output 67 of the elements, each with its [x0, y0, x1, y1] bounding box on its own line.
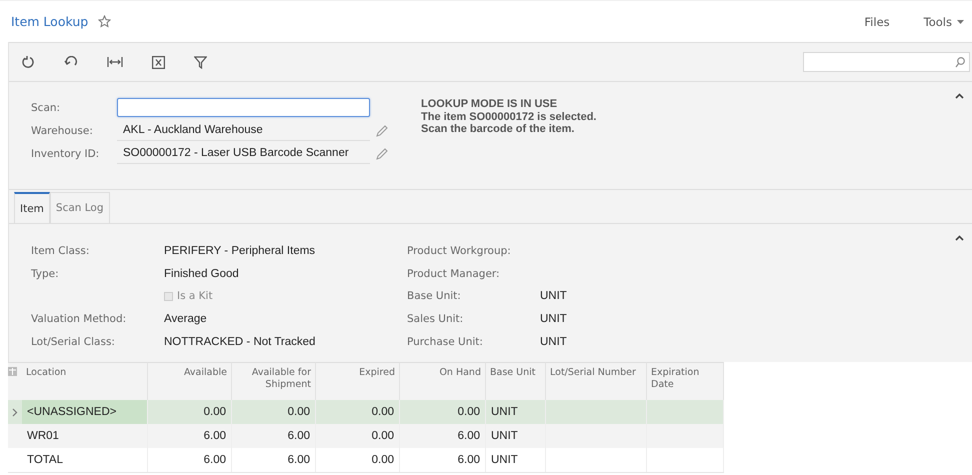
column-header[interactable]: Base Unit	[486, 362, 546, 400]
edit-icon[interactable]	[376, 124, 388, 136]
field-label: Product Workgroup:	[407, 245, 512, 258]
tab[interactable]: Scan Log	[50, 192, 110, 223]
table-row[interactable]: <UNASSIGNED> 0.00 0.00 0.00 0.00 UNIT	[8, 400, 724, 424]
fit-width-icon	[107, 56, 123, 68]
table-cell: 6.00	[148, 448, 232, 472]
column-header[interactable]: Expiration Date	[647, 362, 724, 400]
column-header[interactable]: Expired	[316, 362, 400, 400]
column-header[interactable]: Lot/Serial Number	[546, 362, 647, 400]
status-message: The item SO00000172 is selected.	[421, 110, 596, 123]
toolbar-button[interactable]	[21, 55, 35, 69]
collapse-icon[interactable]	[955, 93, 964, 99]
table-row[interactable]: WR01 6.00 6.00 0.00 6.00 UNIT	[8, 424, 724, 448]
table-cell: 6.00	[400, 448, 486, 472]
field-label: Sales Unit:	[407, 313, 464, 326]
column-header[interactable]: On Hand	[400, 362, 486, 400]
status-message: Scan the barcode of the item.	[421, 123, 576, 136]
star-icon[interactable]	[98, 15, 112, 28]
page-title: Item Lookup	[11, 14, 88, 29]
field-value: Average	[164, 313, 207, 326]
collapse-icon[interactable]	[955, 235, 964, 241]
field-value: Finished Good	[164, 268, 239, 280]
field-value: UNIT	[540, 336, 567, 348]
field-value: PERIFERY - Peripheral Items	[164, 245, 316, 258]
field-label: Item Class:	[31, 245, 90, 258]
table-cell: UNIT	[486, 448, 546, 472]
field-label: Warehouse:	[31, 124, 94, 136]
table-cell: 6.00	[232, 448, 316, 472]
field-label: Valuation Method:	[31, 313, 128, 326]
field-label: Inventory ID:	[31, 148, 100, 160]
table-cell: <UNASSIGNED>	[22, 400, 148, 424]
table-cell: 0.00	[316, 448, 400, 472]
refresh-icon	[21, 55, 35, 69]
column-header[interactable]: Available for Shipment	[232, 362, 316, 400]
tab[interactable]: Item	[14, 192, 50, 223]
field-value: UNIT	[540, 290, 567, 302]
search-icon	[955, 56, 965, 68]
edit-icon[interactable]	[376, 148, 388, 160]
toolbar-button[interactable]	[152, 56, 165, 68]
row-pointer-icon	[12, 408, 18, 416]
caret-icon	[957, 20, 964, 24]
field-label: Type:	[31, 268, 60, 280]
checkbox[interactable]: Is a Kit	[164, 290, 213, 302]
field-value: NOTTRACKED - Not Tracked	[164, 336, 316, 348]
status-message: LOOKUP MODE IS IN USE	[421, 98, 558, 110]
undo-icon	[64, 56, 78, 68]
field-value: UNIT	[540, 313, 567, 326]
column-header[interactable]: Available	[148, 362, 232, 400]
search-field[interactable]	[803, 52, 970, 72]
field-label: Purchase Unit:	[407, 336, 484, 348]
files-link[interactable]: Files	[864, 14, 890, 28]
tools-menu[interactable]: Tools	[924, 14, 964, 28]
toolbar-button[interactable]	[194, 56, 207, 68]
field-label: Scan:	[31, 102, 62, 114]
selector-field[interactable]: AKL - Auckland Warehouse	[117, 120, 370, 141]
excel-icon	[152, 56, 165, 68]
column-header[interactable]: Location	[22, 362, 148, 400]
field-label: Lot/Serial Class:	[31, 336, 116, 348]
selector-field[interactable]: SO00000172 - Laser USB Barcode Scanner	[117, 143, 370, 164]
field-label: Base Unit:	[407, 290, 462, 302]
field-label: Product Manager:	[407, 268, 501, 280]
toolbar-button[interactable]	[64, 56, 78, 68]
scan-field[interactable]	[117, 98, 370, 117]
toolbar-button[interactable]	[107, 56, 123, 68]
table-cell: TOTAL	[22, 448, 148, 472]
filter-icon	[194, 56, 207, 68]
